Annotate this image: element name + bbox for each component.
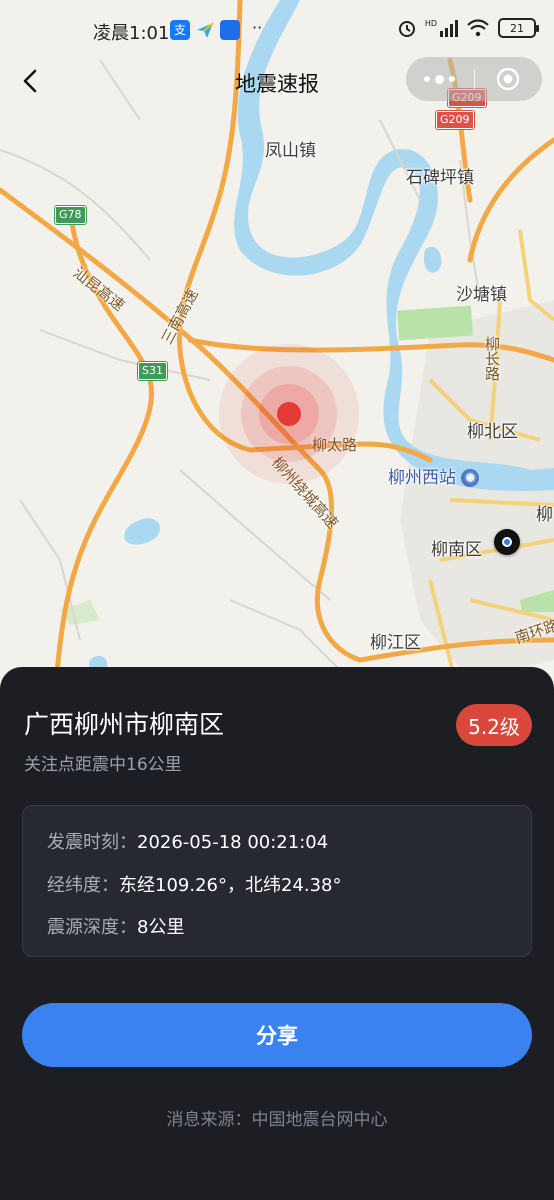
detail-row-time: 发震时刻：2026-05-18 00:21:04 (47, 828, 328, 854)
detail-key: 震源深度： (47, 917, 137, 938)
data-source: 消息来源：中国地震台网中心 (166, 1110, 388, 1130)
train-station-icon: ⊕ (461, 469, 480, 487)
place-label-liuzhouxi: 柳州西站 ⊕ (388, 463, 480, 488)
place-label-shatang: 沙塘镇 (456, 285, 507, 305)
detail-value: 8公里 (137, 917, 185, 938)
detail-value: 2026-05-18 00:21:04 (137, 832, 329, 853)
place-label-shibeiping: 石碑坪镇 (406, 168, 474, 188)
earthquake-info-panel: 广西柳州市柳南区 关注点距震中16公里 5.2级 发震时刻：2026-05-18… (0, 667, 554, 1200)
paper-plane-icon (195, 20, 215, 40)
mini-program-capsule (406, 57, 542, 101)
place-label-edge: 柳 (536, 505, 553, 525)
network-label: HD (424, 19, 437, 28)
detail-value: 东经109.26°，北纬24.38° (119, 875, 342, 896)
status-bar: 凌晨1:01 支 ·· HD 21 (0, 0, 554, 60)
place-label-liunan: 柳南区 (431, 540, 482, 560)
place-label-fengshan: 凤山镇 (265, 141, 316, 161)
place-label-liujiang: 柳江区 (370, 633, 421, 653)
g78-shield: G78 (55, 206, 86, 224)
detail-row-depth: 震源深度：8公里 (47, 913, 184, 939)
battery-level: 21 (510, 21, 524, 35)
station-name: 柳州西站 (388, 468, 456, 488)
hd-signal-icon: HD (425, 19, 458, 37)
user-location-marker[interactable] (494, 529, 520, 555)
close-mini-program-button[interactable] (475, 57, 543, 101)
status-right-group: HD 21 (397, 18, 539, 38)
alipay-icon: 支 (170, 20, 190, 40)
battery-icon: 21 (498, 18, 539, 38)
status-time: 凌晨1:01 (93, 23, 170, 44)
g209-shield: G209 (436, 111, 474, 129)
magnitude-badge: 5.2级 (456, 704, 532, 746)
alarm-icon (398, 21, 415, 37)
place-label-liubei: 柳北区 (467, 422, 518, 442)
s31-shield: S31 (138, 362, 167, 380)
app-notification-icon (220, 20, 240, 40)
epicenter-marker[interactable] (218, 343, 360, 485)
detail-key: 经纬度： (47, 875, 119, 896)
target-circle-icon (497, 67, 520, 91)
distance-to-epicenter: 关注点距震中16公里 (24, 755, 182, 775)
location-dot-icon (502, 537, 512, 547)
map-view[interactable]: G78 S31 G209 G209 凤山镇 石碑坪镇 沙塘镇 柳北区 柳州西站 … (0, 0, 554, 703)
road-label-liuchang: 柳长路 (483, 336, 501, 381)
share-button[interactable]: 分享 (22, 1003, 532, 1067)
details-card: 发震时刻：2026-05-18 00:21:04 经纬度：东经109.26°，北… (22, 805, 532, 957)
detail-row-coordinates: 经纬度：东经109.26°，北纬24.38° (47, 871, 342, 897)
wifi-icon (467, 19, 489, 37)
more-notifications-icon: ·· (252, 18, 263, 37)
earthquake-location: 广西柳州市柳南区 (24, 710, 225, 739)
more-menu-button[interactable] (406, 57, 474, 101)
detail-key: 发震时刻： (47, 832, 137, 853)
